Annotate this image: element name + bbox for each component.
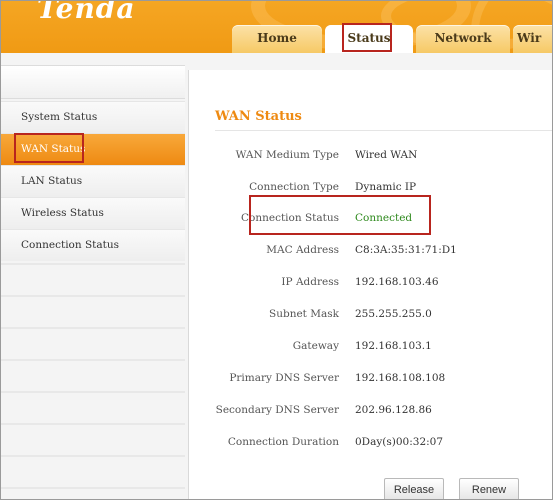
status-row: Primary DNS Server 192.168.108.108 bbox=[189, 372, 552, 392]
row-label: Connection Type bbox=[249, 181, 339, 193]
header-bar: Tenda Home Status Network Wir bbox=[1, 1, 552, 53]
sidebar-item-wireless-status[interactable]: Wireless Status bbox=[1, 197, 185, 229]
row-label: Connection Duration bbox=[227, 436, 339, 448]
tenda-logo: Tenda bbox=[37, 1, 136, 25]
row-label: MAC Address bbox=[266, 244, 339, 256]
sidebar-header-band bbox=[1, 65, 185, 99]
row-value: 202.96.128.86 bbox=[355, 404, 432, 416]
status-row: Gateway 192.168.103.1 bbox=[189, 340, 552, 360]
sidebar-item-connection-status[interactable]: Connection Status bbox=[1, 229, 185, 261]
sidebar: System Status WAN Status LAN Status Wire… bbox=[1, 53, 185, 499]
release-button[interactable]: Release bbox=[384, 478, 444, 499]
row-value: 192.168.103.46 bbox=[355, 276, 439, 288]
status-row: Secondary DNS Server 202.96.128.86 bbox=[189, 404, 552, 424]
status-tab-highlight bbox=[342, 23, 392, 52]
title-divider bbox=[215, 130, 552, 131]
connection-status-highlight bbox=[249, 195, 431, 235]
sidebar-item-lan-status[interactable]: LAN Status bbox=[1, 165, 185, 197]
status-row: MAC Address C8:3A:35:31:71:D1 bbox=[189, 244, 552, 264]
status-row: WAN Medium Type Wired WAN bbox=[189, 149, 552, 169]
tab-wireless[interactable]: Wir bbox=[513, 25, 552, 53]
row-value: 192.168.108.108 bbox=[355, 372, 446, 384]
tab-home[interactable]: Home bbox=[232, 25, 322, 53]
page-title: WAN Status bbox=[215, 109, 302, 124]
status-row: Connection Duration 0Day(s)00:32:07 bbox=[189, 436, 552, 456]
row-value: Wired WAN bbox=[355, 149, 418, 161]
renew-button[interactable]: Renew bbox=[459, 478, 519, 499]
row-value: C8:3A:35:31:71:D1 bbox=[355, 244, 457, 256]
row-value: 0Day(s)00:32:07 bbox=[355, 436, 444, 448]
status-row: Subnet Mask 255.255.255.0 bbox=[189, 308, 552, 328]
row-label: Subnet Mask bbox=[269, 308, 339, 320]
row-label: WAN Medium Type bbox=[235, 149, 339, 161]
row-value: 255.255.255.0 bbox=[355, 308, 432, 320]
row-label: IP Address bbox=[281, 276, 339, 288]
sidebar-item-system-status[interactable]: System Status bbox=[1, 101, 185, 133]
row-label: Gateway bbox=[292, 340, 339, 352]
row-value: 192.168.103.1 bbox=[355, 340, 432, 352]
wan-status-highlight bbox=[14, 133, 84, 163]
row-label: Primary DNS Server bbox=[229, 372, 339, 384]
row-value: Dynamic IP bbox=[355, 181, 417, 193]
router-admin-window: Tenda Home Status Network Wir System Sta… bbox=[0, 0, 553, 500]
main-panel: WAN Status WAN Medium Type Wired WAN Con… bbox=[188, 70, 552, 499]
status-row: IP Address 192.168.103.46 bbox=[189, 276, 552, 296]
row-label: Secondary DNS Server bbox=[215, 404, 339, 416]
tab-network[interactable]: Network bbox=[416, 25, 510, 53]
